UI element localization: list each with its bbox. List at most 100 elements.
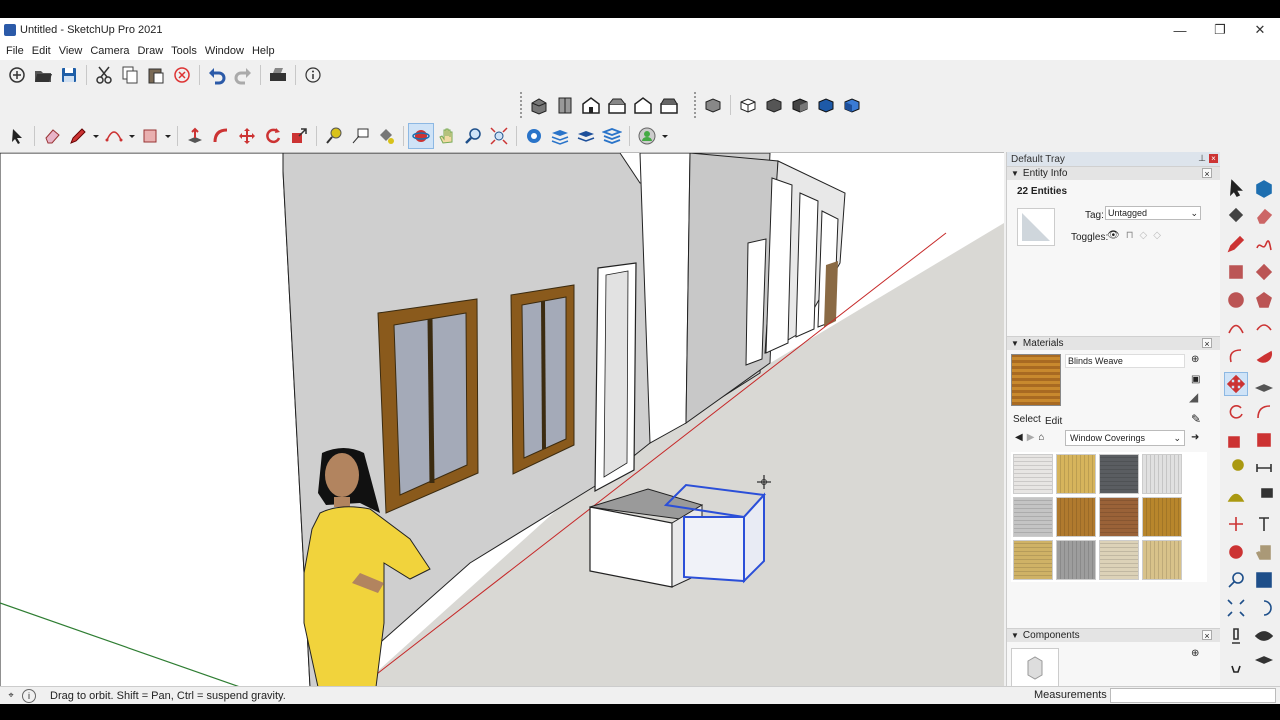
zoom-extents-tool-button[interactable] bbox=[1224, 596, 1248, 620]
account-dropdown[interactable] bbox=[660, 123, 670, 149]
measurements-field[interactable] bbox=[1110, 688, 1276, 703]
back-icon[interactable]: ◀ bbox=[1015, 432, 1023, 443]
arc-tool-dropdown[interactable] bbox=[127, 123, 137, 149]
top-view-button[interactable] bbox=[552, 92, 578, 118]
rotate-tool-button[interactable] bbox=[1224, 400, 1248, 424]
minimize-button[interactable]: — bbox=[1160, 18, 1200, 42]
section-plane-tool-button[interactable] bbox=[1252, 652, 1276, 676]
look-around-tool-button[interactable] bbox=[1252, 624, 1276, 648]
material-swatch[interactable] bbox=[1142, 540, 1182, 580]
wireframe-button[interactable] bbox=[735, 92, 761, 118]
materials-header[interactable]: ▼ Materials × bbox=[1007, 336, 1220, 350]
tab-select[interactable]: Select bbox=[1013, 414, 1041, 425]
open-button[interactable] bbox=[30, 62, 56, 88]
menu-tools[interactable]: Tools bbox=[167, 45, 201, 57]
3d-text-tool-button[interactable] bbox=[1252, 512, 1276, 536]
text-tool-button[interactable] bbox=[347, 123, 373, 149]
cast-shadow-icon[interactable]: ◇ bbox=[1140, 230, 1148, 241]
back-view-button[interactable] bbox=[630, 92, 656, 118]
receive-shadow-icon[interactable]: ◇ bbox=[1153, 230, 1161, 241]
text-tool-button[interactable] bbox=[1252, 484, 1276, 508]
push-pull-tool-button[interactable] bbox=[1252, 372, 1276, 396]
extension-warehouse-button[interactable] bbox=[599, 123, 625, 149]
geo-location-icon[interactable]: ⌖ bbox=[4, 689, 18, 703]
component-options-icon[interactable]: ⊕ bbox=[1191, 648, 1199, 659]
paste-button[interactable] bbox=[143, 62, 169, 88]
material-swatch[interactable] bbox=[1099, 454, 1139, 494]
rectangle-tool-button[interactable] bbox=[137, 123, 163, 149]
line-tool-button[interactable] bbox=[1224, 232, 1248, 256]
material-swatch[interactable] bbox=[1013, 454, 1053, 494]
components-close-button[interactable]: × bbox=[1202, 630, 1212, 641]
freehand-tool-button[interactable] bbox=[1252, 232, 1276, 256]
monochrome-button[interactable] bbox=[839, 92, 865, 118]
menu-draw[interactable]: Draw bbox=[133, 45, 167, 57]
rectangle-tool-dropdown[interactable] bbox=[163, 123, 173, 149]
eraser-tool-button[interactable] bbox=[1252, 204, 1276, 228]
material-swatch[interactable] bbox=[1013, 497, 1053, 537]
material-swatch[interactable] bbox=[1056, 454, 1096, 494]
follow-me-tool-button[interactable] bbox=[1252, 400, 1276, 424]
pan-tool-button[interactable] bbox=[434, 123, 460, 149]
offset-tool-button[interactable] bbox=[1252, 428, 1276, 452]
restore-button[interactable]: ❐ bbox=[1200, 18, 1240, 42]
left-view-button[interactable] bbox=[656, 92, 682, 118]
redo-button[interactable] bbox=[230, 62, 256, 88]
zoom-tool-button[interactable] bbox=[1224, 568, 1248, 592]
menu-view[interactable]: View bbox=[55, 45, 87, 57]
entity-info-header[interactable]: ▼ Entity Info × bbox=[1007, 166, 1220, 180]
shaded-button[interactable] bbox=[787, 92, 813, 118]
rotated-rect-tool-button[interactable] bbox=[1252, 260, 1276, 284]
lock-icon[interactable]: ⊓ bbox=[1126, 230, 1134, 241]
two-point-arc-tool-button[interactable] bbox=[1252, 316, 1276, 340]
tray-close-button[interactable]: × bbox=[1209, 154, 1218, 163]
paint-bucket-tool-button[interactable] bbox=[1224, 204, 1248, 228]
collection-dropdown[interactable]: Window Coverings ⌄ bbox=[1065, 430, 1185, 446]
material-swatch[interactable] bbox=[1056, 540, 1096, 580]
menu-edit[interactable]: Edit bbox=[28, 45, 55, 57]
material-swatch[interactable] bbox=[1056, 497, 1096, 537]
scale-tool-button[interactable] bbox=[286, 123, 312, 149]
tape-measure-tool-button[interactable] bbox=[1224, 456, 1248, 480]
rotate-tool-button[interactable] bbox=[260, 123, 286, 149]
line-tool-dropdown[interactable] bbox=[91, 123, 101, 149]
home-icon[interactable]: ⌂ bbox=[1038, 432, 1044, 443]
position-camera-tool-button[interactable] bbox=[1224, 624, 1248, 648]
instructor-info-icon[interactable]: i bbox=[22, 688, 36, 703]
material-swatch[interactable] bbox=[1099, 540, 1139, 580]
menu-help[interactable]: Help bbox=[248, 45, 279, 57]
axes-tool-button[interactable] bbox=[1224, 512, 1248, 536]
menu-window[interactable]: Window bbox=[201, 45, 248, 57]
forward-icon[interactable]: ▶ bbox=[1027, 432, 1035, 443]
walk-tool-button[interactable] bbox=[1224, 652, 1248, 676]
menu-file[interactable]: File bbox=[2, 45, 28, 57]
line-tool-button[interactable] bbox=[65, 123, 91, 149]
components-header[interactable]: ▼ Components × bbox=[1007, 628, 1220, 642]
arc-tool-button[interactable] bbox=[1224, 316, 1248, 340]
orbit-tool-button[interactable] bbox=[408, 123, 434, 149]
move-tool-button[interactable] bbox=[1224, 372, 1248, 396]
materials-close-button[interactable]: × bbox=[1202, 338, 1212, 349]
rectangle-tool-button[interactable] bbox=[1224, 260, 1248, 284]
undo-button[interactable] bbox=[204, 62, 230, 88]
arc-tool-button[interactable] bbox=[101, 123, 127, 149]
pie-tool-button[interactable] bbox=[1252, 344, 1276, 368]
material-swatch[interactable] bbox=[1142, 454, 1182, 494]
zoom-window-tool-button[interactable] bbox=[1252, 568, 1276, 592]
layers-button[interactable] bbox=[573, 123, 599, 149]
warehouse-button[interactable] bbox=[521, 123, 547, 149]
pin-icon[interactable]: ⊥ bbox=[1198, 153, 1206, 164]
menu-camera[interactable]: Camera bbox=[86, 45, 133, 57]
dimension-tool-button[interactable] bbox=[1252, 456, 1276, 480]
front-view-button[interactable] bbox=[578, 92, 604, 118]
polygon-tool-button[interactable] bbox=[1252, 288, 1276, 312]
component-tool-button[interactable] bbox=[1252, 176, 1276, 200]
pan-tool-button[interactable] bbox=[1252, 540, 1276, 564]
tab-edit[interactable]: Edit bbox=[1045, 416, 1062, 427]
print-button[interactable] bbox=[265, 62, 291, 88]
details-arrow-icon[interactable]: ➜ bbox=[1191, 432, 1199, 443]
tape-measure-tool-button[interactable] bbox=[321, 123, 347, 149]
save-button[interactable] bbox=[56, 62, 82, 88]
tag-dropdown[interactable]: Untagged ⌄ bbox=[1105, 206, 1201, 220]
components-3d-button[interactable] bbox=[547, 123, 573, 149]
